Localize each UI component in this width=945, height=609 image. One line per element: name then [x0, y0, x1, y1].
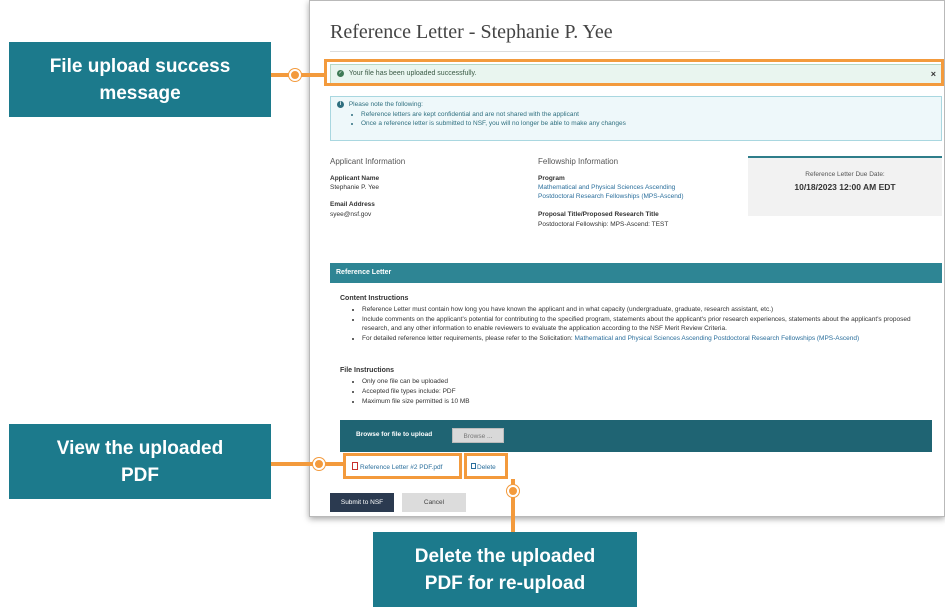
list-item: Once a reference letter is submitted to …	[361, 120, 935, 127]
callout-view-pdf: View the uploaded PDF	[9, 424, 271, 499]
content-instructions-list: Reference Letter must contain how long y…	[350, 305, 938, 344]
applicant-name-label: Applicant Name	[330, 175, 380, 182]
callout-delete-pdf: Delete the uploaded PDF for re-upload	[373, 532, 637, 607]
program-link-line2[interactable]: Postdoctoral Research Fellowships (MPS-A…	[538, 192, 684, 201]
notice-list: Reference letters are kept confidential …	[361, 111, 935, 127]
connector-line	[301, 73, 325, 77]
uploaded-file-highlight	[343, 453, 462, 479]
connector-line	[511, 497, 515, 532]
connector-line	[271, 462, 319, 466]
list-item: Only one file can be uploaded	[362, 377, 650, 386]
connector-line	[325, 462, 343, 466]
page-title: Reference Letter - Stephanie P. Yee	[330, 21, 613, 43]
browse-button[interactable]: Browse ...	[452, 428, 504, 443]
due-date-box: Reference Letter Due Date: 10/18/2023 12…	[748, 156, 942, 216]
content-instructions-heading: Content Instructions	[340, 295, 409, 302]
notice-title: Please note the following:	[348, 101, 423, 109]
file-instructions-heading: File Instructions	[340, 367, 395, 374]
callout-success-message: File upload success message	[9, 42, 271, 117]
program-link-line1[interactable]: Mathematical and Physical Sciences Ascen…	[538, 183, 675, 192]
proposal-title-label: Proposal Title/Proposed Research Title	[538, 211, 659, 218]
list-item: Include comments on the applicant's pote…	[362, 315, 938, 333]
reference-letter-section-header: Reference Letter	[330, 263, 942, 283]
cancel-button[interactable]: Cancel	[402, 493, 466, 512]
email-label: Email Address	[330, 201, 375, 208]
notice-alert: i Please note the following: Reference l…	[330, 96, 942, 141]
applicant-info-heading: Applicant Information	[330, 157, 406, 166]
delete-link-highlight	[464, 453, 508, 479]
list-item: Maximum file size permitted is 10 MB	[362, 397, 650, 406]
solicitation-link[interactable]: Mathematical and Physical Sciences Ascen…	[574, 335, 859, 342]
list-item: Accepted file types include: PDF	[362, 387, 650, 396]
title-divider	[330, 51, 720, 52]
info-icon: i	[337, 101, 344, 108]
program-label: Program	[538, 175, 565, 182]
connector-dot	[289, 69, 301, 81]
file-instructions-list: Only one file can be uploaded Accepted f…	[350, 377, 650, 407]
solicitation-prefix: For detailed reference letter requiremen…	[362, 335, 575, 342]
applicant-name: Stephanie P. Yee	[330, 184, 380, 191]
applicant-email: syee@nsf.gov	[330, 211, 372, 218]
due-date-value: 10/18/2023 12:00 AM EDT	[794, 182, 896, 192]
proposal-title: Postdoctoral Fellowship: MPS-Ascend: TES…	[538, 221, 669, 228]
due-date-label: Reference Letter Due Date:	[805, 171, 885, 178]
browse-bar: Browse for file to upload Browse ...	[340, 420, 932, 452]
submit-to-nsf-button[interactable]: Submit to NSF	[330, 493, 394, 512]
fellowship-info-heading: Fellowship Information	[538, 157, 619, 166]
browse-label: Browse for file to upload	[356, 431, 433, 438]
connector-dot	[313, 458, 325, 470]
list-item: For detailed reference letter requiremen…	[362, 334, 938, 343]
connector-dot	[507, 485, 519, 497]
list-item: Reference letters are kept confidential …	[361, 111, 935, 118]
success-message-highlight	[324, 59, 944, 86]
list-item: Reference Letter must contain how long y…	[362, 305, 938, 314]
